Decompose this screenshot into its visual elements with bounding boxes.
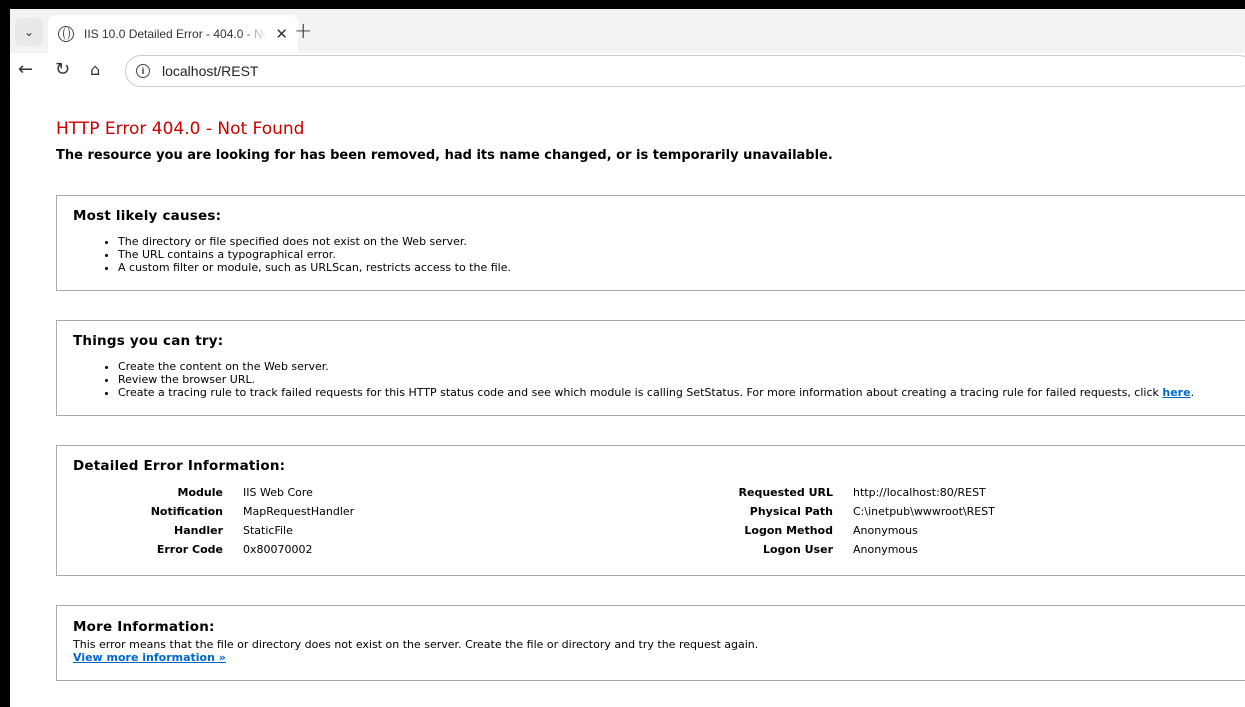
- causes-heading: Most likely causes:: [73, 208, 222, 224]
- detail-value: C:\inetpub\wwwroot\REST: [853, 505, 995, 518]
- list-item: Create a tracing rule to track failed re…: [118, 386, 1240, 399]
- list-item: The URL contains a typographical error.: [118, 248, 1240, 261]
- reload-icon[interactable]: ↻: [55, 59, 70, 80]
- detail-value: IIS Web Core: [243, 486, 313, 499]
- toolbar: ← ↻ ⌂ i localhost/REST: [10, 53, 1245, 91]
- detail-label: Logon User: [762, 543, 833, 556]
- detail-label: Handler: [174, 524, 223, 537]
- details-left: Module IIS Web Core Notification MapReques…: [73, 483, 733, 559]
- here-link[interactable]: here: [1162, 386, 1190, 399]
- details-section: Detailed Error Information: Module IIS We…: [56, 445, 1245, 576]
- detail-value: 0x80070002: [243, 543, 313, 556]
- tab-list-button[interactable]: ⌄: [15, 18, 43, 46]
- detail-label: Error Code: [156, 543, 223, 556]
- page-subtitle: The resource you are looking for has bee…: [56, 148, 833, 163]
- try-section: Things you can try: Create the content o…: [56, 320, 1245, 416]
- view-more-link[interactable]: View more information »: [73, 651, 226, 664]
- detail-label: Module: [177, 486, 223, 499]
- more-info-heading: More Information:: [73, 619, 215, 635]
- more-info-text: This error means that the file or direct…: [73, 638, 759, 651]
- detail-label: Physical Path: [749, 505, 833, 518]
- tab-active[interactable]: IIS 10.0 Detailed Error - 404.0 - Not Fo…: [48, 15, 298, 53]
- tab-title: IIS 10.0 Detailed Error - 404.0 - Not Fo…: [84, 27, 268, 41]
- tab-bar: ⌄ IIS 10.0 Detailed Error - 404.0 - Not …: [10, 9, 1245, 53]
- detail-value: Anonymous: [853, 543, 918, 556]
- home-icon[interactable]: ⌂: [90, 60, 100, 79]
- info-icon[interactable]: i: [136, 64, 150, 78]
- details-right: Requested URL http://localhost:80/REST Ph…: [733, 483, 1153, 559]
- period: .: [1190, 386, 1195, 399]
- try-heading: Things you can try:: [73, 333, 224, 349]
- address-bar[interactable]: i localhost/REST: [125, 55, 1245, 87]
- new-tab-button[interactable]: +: [294, 19, 312, 44]
- detail-label: Notification: [150, 505, 223, 518]
- back-icon[interactable]: ←: [18, 59, 33, 80]
- list-item: Review the browser URL.: [118, 373, 1240, 386]
- chevron-down-icon: ⌄: [23, 25, 35, 39]
- list-item: The directory or file specified does not…: [118, 235, 1240, 248]
- list-item: A custom filter or module, such as URLSc…: [118, 261, 1240, 274]
- detail-value: http://localhost:80/REST: [853, 486, 986, 499]
- list-item: Create the content on the Web server.: [118, 360, 1240, 373]
- details-heading: Detailed Error Information:: [73, 458, 286, 474]
- detail-label: Logon Method: [744, 524, 833, 537]
- globe-icon: [58, 26, 74, 42]
- list-item-text: Create a tracing rule to track failed re…: [118, 386, 1163, 399]
- causes-section: Most likely causes: The directory or fil…: [56, 195, 1245, 291]
- page-title: HTTP Error 404.0 - Not Found: [56, 119, 305, 139]
- browser-window: ⌄ IIS 10.0 Detailed Error - 404.0 - Not …: [10, 9, 1245, 707]
- page-content: HTTP Error 404.0 - Not Found The resourc…: [10, 91, 1245, 707]
- detail-label: Requested URL: [738, 486, 833, 499]
- detail-value: Anonymous: [853, 524, 918, 537]
- detail-value: MapRequestHandler: [243, 505, 355, 518]
- detail-value: StaticFile: [243, 524, 293, 537]
- close-tab-icon[interactable]: ✕: [275, 25, 288, 43]
- address-text: localhost/REST: [162, 63, 259, 79]
- more-info-section: More Information: This error means that …: [56, 605, 1245, 681]
